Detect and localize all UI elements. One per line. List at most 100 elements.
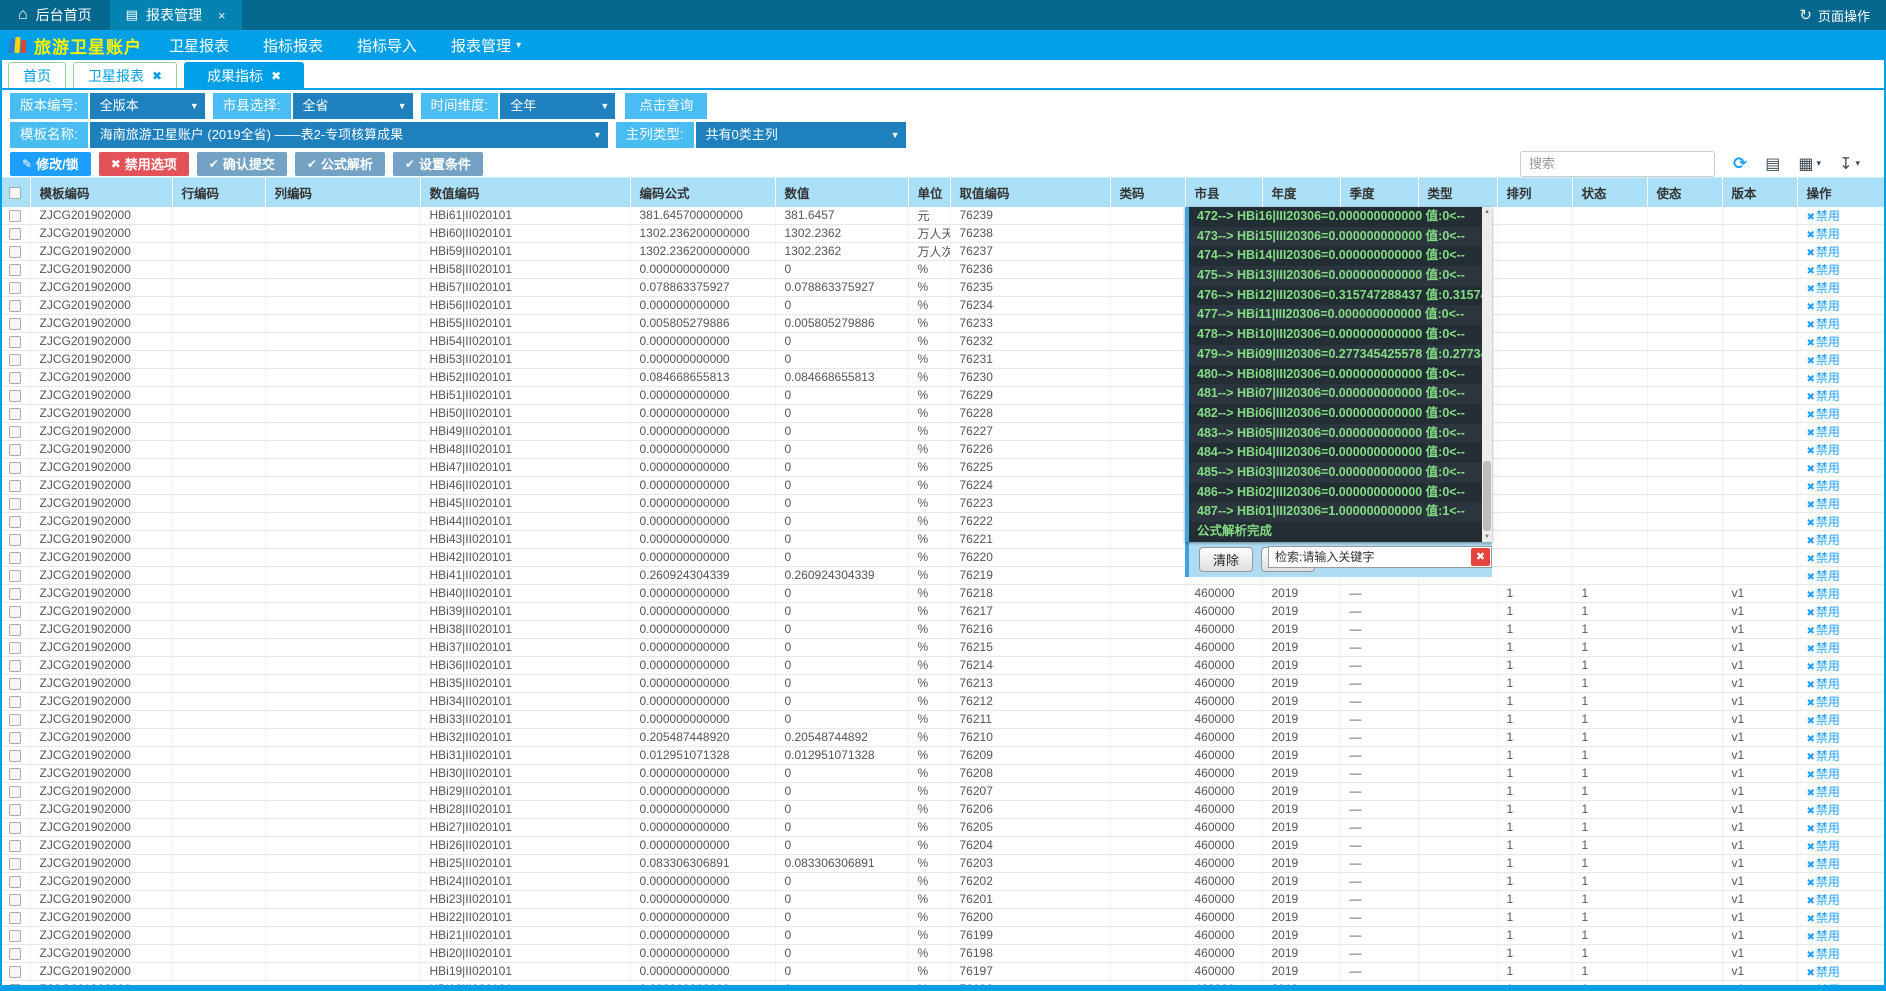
- row-checkbox[interactable]: [9, 282, 21, 294]
- menu-item-report-management[interactable]: 报表管理 ▾: [434, 30, 538, 60]
- disable-link[interactable]: ✖禁用: [1807, 245, 1840, 259]
- row-checkbox[interactable]: [9, 714, 21, 726]
- confirm-submit-button[interactable]: ✔ 确认提交: [197, 152, 287, 176]
- disable-link[interactable]: ✖禁用: [1807, 875, 1840, 889]
- disable-link[interactable]: ✖禁用: [1807, 587, 1840, 601]
- disable-link[interactable]: ✖禁用: [1807, 677, 1840, 691]
- row-checkbox[interactable]: [9, 336, 21, 348]
- row-checkbox[interactable]: [9, 498, 21, 510]
- tab-close-icon[interactable]: ✖: [271, 69, 281, 83]
- county-select[interactable]: 全省 ▼: [293, 93, 413, 119]
- disable-link[interactable]: ✖禁用: [1807, 695, 1840, 709]
- column-type-select[interactable]: 共有0类主列 ▼: [696, 122, 906, 148]
- disable-link[interactable]: ✖禁用: [1807, 479, 1840, 493]
- disable-link[interactable]: ✖禁用: [1807, 533, 1840, 547]
- scrollbar-thumb[interactable]: [1483, 461, 1491, 531]
- disable-link[interactable]: ✖禁用: [1807, 785, 1840, 799]
- disable-link[interactable]: ✖禁用: [1807, 317, 1840, 331]
- formula-parse-button[interactable]: ✔ 公式解析: [295, 152, 385, 176]
- disable-link[interactable]: ✖禁用: [1807, 947, 1840, 961]
- row-checkbox[interactable]: [9, 804, 21, 816]
- tab-satellite-report[interactable]: 卫星报表 ✖: [73, 62, 177, 88]
- disable-link[interactable]: ✖禁用: [1807, 281, 1840, 295]
- disable-link[interactable]: ✖禁用: [1807, 659, 1840, 673]
- row-checkbox[interactable]: [9, 372, 21, 384]
- disable-link[interactable]: ✖禁用: [1807, 713, 1840, 727]
- disable-link[interactable]: ✖禁用: [1807, 749, 1840, 763]
- query-button[interactable]: 点击查询: [625, 93, 707, 119]
- row-checkbox[interactable]: [9, 732, 21, 744]
- page-operations-button[interactable]: ↻ 页面操作: [1783, 0, 1886, 30]
- disable-link[interactable]: ✖禁用: [1807, 425, 1840, 439]
- menu-item-satellite-report[interactable]: 卫星报表: [152, 30, 246, 60]
- row-checkbox[interactable]: [9, 354, 21, 366]
- row-checkbox[interactable]: [9, 840, 21, 852]
- row-checkbox[interactable]: [9, 822, 21, 834]
- disable-link[interactable]: ✖禁用: [1807, 839, 1840, 853]
- disable-link[interactable]: ✖禁用: [1807, 569, 1840, 583]
- row-checkbox[interactable]: [9, 588, 21, 600]
- row-checkbox[interactable]: [9, 552, 21, 564]
- disable-link[interactable]: ✖禁用: [1807, 821, 1840, 835]
- tab-home[interactable]: 首页: [8, 62, 66, 88]
- row-checkbox[interactable]: [9, 300, 21, 312]
- disable-link[interactable]: ✖禁用: [1807, 515, 1840, 529]
- disable-link[interactable]: ✖禁用: [1807, 263, 1840, 277]
- toggle-view-icon[interactable]: ▤: [1765, 154, 1780, 174]
- disable-link[interactable]: ✖禁用: [1807, 461, 1840, 475]
- disable-link[interactable]: ✖禁用: [1807, 767, 1840, 781]
- disable-link[interactable]: ✖禁用: [1807, 389, 1840, 403]
- disable-link[interactable]: ✖禁用: [1807, 893, 1840, 907]
- disable-link[interactable]: ✖禁用: [1807, 605, 1840, 619]
- disable-link[interactable]: ✖禁用: [1807, 353, 1840, 367]
- row-checkbox[interactable]: [9, 912, 21, 924]
- set-conditions-button[interactable]: ✔ 设置条件: [393, 152, 483, 176]
- disable-link[interactable]: ✖禁用: [1807, 371, 1840, 385]
- close-icon[interactable]: ✖: [1471, 548, 1490, 566]
- row-checkbox[interactable]: [9, 606, 21, 618]
- disable-link[interactable]: ✖禁用: [1807, 497, 1840, 511]
- disable-link[interactable]: ✖禁用: [1807, 965, 1840, 979]
- tab-close-icon[interactable]: ✖: [152, 69, 162, 83]
- disable-link[interactable]: ✖禁用: [1807, 551, 1840, 565]
- row-checkbox[interactable]: [9, 768, 21, 780]
- row-checkbox[interactable]: [9, 930, 21, 942]
- row-checkbox[interactable]: [9, 390, 21, 402]
- row-checkbox[interactable]: [9, 858, 21, 870]
- row-checkbox[interactable]: [9, 696, 21, 708]
- console-scrollbar[interactable]: ▲ ▼: [1482, 207, 1492, 542]
- export-icon[interactable]: ↧▾: [1839, 154, 1860, 174]
- disable-link[interactable]: ✖禁用: [1807, 623, 1840, 637]
- row-checkbox[interactable]: [9, 624, 21, 636]
- time-select[interactable]: 全年 ▼: [500, 93, 615, 119]
- scroll-down-icon[interactable]: ▼: [1482, 532, 1492, 542]
- row-checkbox[interactable]: [9, 264, 21, 276]
- scroll-up-icon[interactable]: ▲: [1482, 207, 1492, 217]
- row-checkbox[interactable]: [9, 210, 21, 222]
- row-checkbox[interactable]: [9, 570, 21, 582]
- template-select[interactable]: 海南旅游卫星账户 (2019全省) ——表2-专项核算成果 ▼: [90, 122, 608, 148]
- disable-link[interactable]: ✖禁用: [1807, 641, 1840, 655]
- disable-link[interactable]: ✖禁用: [1807, 857, 1840, 871]
- top-tab-close-icon[interactable]: ×: [218, 8, 226, 23]
- row-checkbox[interactable]: [9, 750, 21, 762]
- row-checkbox[interactable]: [9, 678, 21, 690]
- disable-link[interactable]: ✖禁用: [1807, 299, 1840, 313]
- disable-link[interactable]: ✖禁用: [1807, 929, 1840, 943]
- row-checkbox[interactable]: [9, 786, 21, 798]
- columns-icon[interactable]: ▦▾: [1798, 154, 1821, 174]
- row-checkbox[interactable]: [9, 462, 21, 474]
- clear-button[interactable]: 清除: [1199, 547, 1253, 572]
- disable-link[interactable]: ✖禁用: [1807, 227, 1840, 241]
- tab-result-indicators[interactable]: 成果指标 ✖: [184, 62, 304, 88]
- refresh-icon[interactable]: ⟳: [1733, 154, 1747, 174]
- row-checkbox[interactable]: [9, 408, 21, 420]
- row-checkbox[interactable]: [9, 876, 21, 888]
- version-select[interactable]: 全版本 ▼: [90, 93, 205, 119]
- row-checkbox[interactable]: [9, 480, 21, 492]
- row-checkbox[interactable]: [9, 894, 21, 906]
- row-checkbox[interactable]: [9, 444, 21, 456]
- row-checkbox[interactable]: [9, 228, 21, 240]
- row-checkbox[interactable]: [9, 426, 21, 438]
- disable-link[interactable]: ✖禁用: [1807, 209, 1840, 223]
